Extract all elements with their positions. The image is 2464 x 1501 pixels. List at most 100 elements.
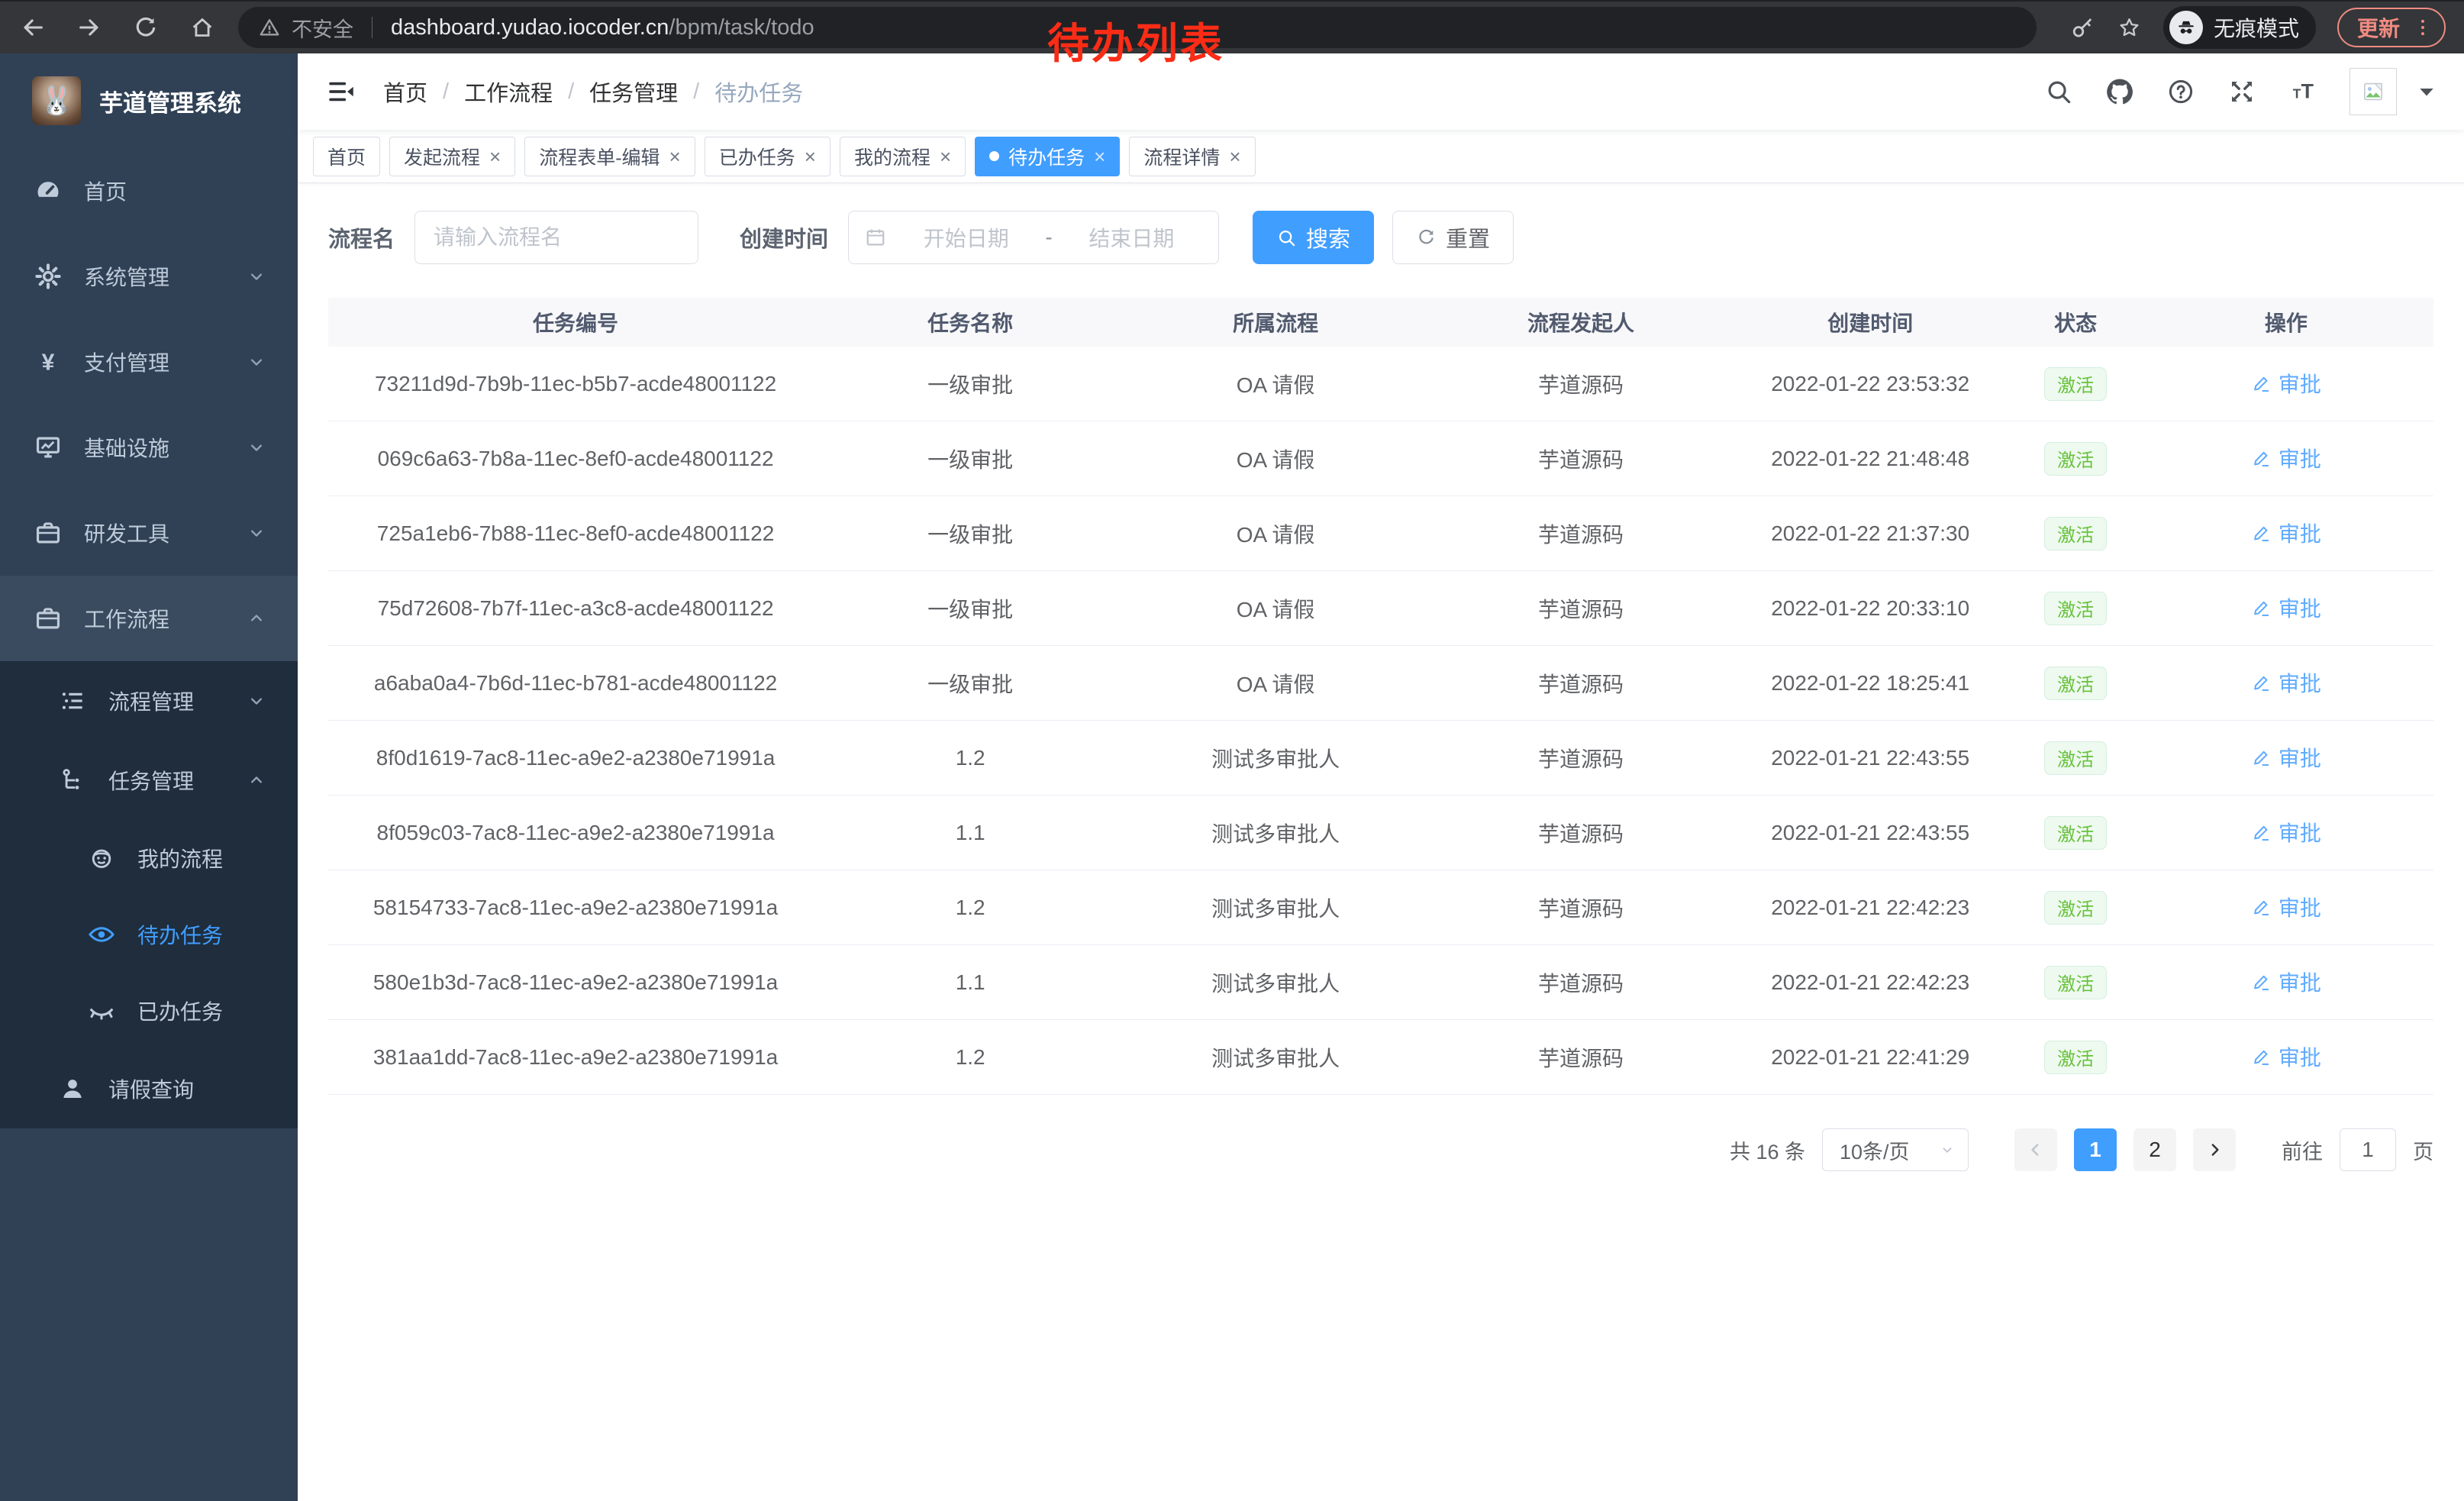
sidebar-item-label: 我的流程 bbox=[137, 843, 223, 873]
reset-button[interactable]: 重置 bbox=[1392, 211, 1514, 264]
approve-link-label: 审批 bbox=[2279, 817, 2321, 847]
sidebar-collapse-icon[interactable] bbox=[325, 76, 357, 108]
pencil-icon bbox=[2251, 598, 2272, 618]
close-icon[interactable]: × bbox=[669, 147, 681, 166]
font-size-icon[interactable]: TT bbox=[2288, 77, 2317, 106]
breadcrumb: 首页/工作流程/任务管理/待办任务 bbox=[383, 76, 803, 108]
tab-start-process[interactable]: 发起流程× bbox=[389, 137, 515, 176]
pagination-prev-button[interactable] bbox=[2014, 1128, 2057, 1171]
approve-link[interactable]: 审批 bbox=[2251, 443, 2321, 473]
workflow-submenu: 流程管理任务管理我的流程待办任务已办任务请假查询 bbox=[0, 661, 298, 1128]
pagination: 共 16 条 10条/页 12 前往 页 bbox=[328, 1128, 2433, 1202]
goto-page-input[interactable] bbox=[2340, 1128, 2396, 1171]
incognito-circle bbox=[2169, 11, 2203, 44]
github-icon[interactable] bbox=[2105, 77, 2134, 106]
tab-process-detail[interactable]: 流程详情× bbox=[1129, 137, 1255, 176]
approve-link[interactable]: 审批 bbox=[2251, 967, 2321, 997]
forward-icon[interactable] bbox=[76, 15, 102, 40]
password-key-icon[interactable] bbox=[2070, 15, 2095, 40]
back-icon[interactable] bbox=[20, 15, 46, 40]
breadcrumb-item[interactable]: 工作流程 bbox=[464, 76, 553, 108]
approve-link[interactable]: 审批 bbox=[2251, 592, 2321, 623]
sidebar-item-todo-task[interactable]: 待办任务 bbox=[0, 896, 298, 973]
browser-menu-icon[interactable] bbox=[2412, 17, 2433, 38]
cell-task-name: 1.1 bbox=[823, 970, 1118, 995]
browser-right-controls: 无痕模式 更新 bbox=[2070, 6, 2446, 49]
cell-starter: 芋道源码 bbox=[1434, 593, 1728, 624]
filter-bar: 流程名 创建时间 开始日期 - 结束日期 搜索 重 bbox=[328, 211, 2433, 264]
sidebar-item-devtools[interactable]: 研发工具 bbox=[0, 490, 298, 576]
date-range-picker[interactable]: 开始日期 - 结束日期 bbox=[848, 211, 1219, 264]
chevron-down-icon bbox=[246, 351, 267, 373]
sidebar-item-infrastructure[interactable]: 基础设施 bbox=[0, 405, 298, 490]
approve-link[interactable]: 审批 bbox=[2251, 817, 2321, 847]
approve-link[interactable]: 审批 bbox=[2251, 1041, 2321, 1072]
red-annotation-text: 待办列表 bbox=[1047, 9, 1224, 70]
cell-status: 激活 bbox=[2012, 1041, 2138, 1074]
page-size-select[interactable]: 10条/页 bbox=[1822, 1128, 1969, 1171]
approve-link[interactable]: 审批 bbox=[2251, 667, 2321, 698]
sidebar-item-workflow[interactable]: 工作流程 bbox=[0, 576, 298, 661]
process-name-input[interactable] bbox=[414, 211, 698, 264]
sidebar-item-process-management[interactable]: 流程管理 bbox=[0, 661, 298, 741]
home-icon[interactable] bbox=[189, 15, 215, 40]
tab-todo-task[interactable]: 待办任务× bbox=[975, 137, 1120, 176]
sidebar-item-payment[interactable]: ¥支付管理 bbox=[0, 319, 298, 405]
sidebar-item-system[interactable]: 系统管理 bbox=[0, 234, 298, 319]
close-icon[interactable]: × bbox=[940, 147, 951, 166]
bookmark-star-icon[interactable] bbox=[2117, 15, 2142, 40]
tab-done-task[interactable]: 已办任务× bbox=[705, 137, 830, 176]
fullscreen-icon[interactable] bbox=[2227, 77, 2256, 106]
breadcrumb-item[interactable]: 任务管理 bbox=[589, 76, 678, 108]
search-button[interactable]: 搜索 bbox=[1253, 211, 1374, 264]
cell-create-time: 2022-01-22 18:25:41 bbox=[1728, 671, 2012, 696]
pagination-next-button[interactable] bbox=[2193, 1128, 2236, 1171]
reload-icon[interactable] bbox=[133, 15, 159, 40]
approve-link[interactable]: 审批 bbox=[2251, 892, 2321, 922]
cell-create-time: 2022-01-21 22:43:55 bbox=[1728, 746, 2012, 770]
cell-task-name: 一级审批 bbox=[823, 369, 1118, 399]
security-label: 不安全 bbox=[292, 13, 353, 43]
sidebar-item-leave-query[interactable]: 请假查询 bbox=[0, 1049, 298, 1128]
monitor-icon bbox=[34, 433, 63, 462]
browser-update-button[interactable]: 更新 bbox=[2337, 8, 2446, 47]
pagination-pages: 12 bbox=[2074, 1128, 2176, 1171]
table-row: 8f059c03-7ac8-11ec-a9e2-a2380e71991a1.1测… bbox=[328, 796, 2433, 870]
avatar[interactable] bbox=[2350, 68, 2397, 115]
cell-starter: 芋道源码 bbox=[1434, 444, 1728, 474]
search-icon[interactable] bbox=[2044, 77, 2073, 106]
cell-status: 激活 bbox=[2012, 891, 2138, 925]
sidebar-item-home[interactable]: 首页 bbox=[0, 148, 298, 234]
tab-my-process[interactable]: 我的流程× bbox=[840, 137, 966, 176]
help-icon[interactable] bbox=[2166, 77, 2195, 106]
pagination-page-1[interactable]: 1 bbox=[2074, 1128, 2117, 1171]
table-row: 725a1eb6-7b88-11ec-8ef0-acde48001122一级审批… bbox=[328, 496, 2433, 571]
approve-link[interactable]: 审批 bbox=[2251, 742, 2321, 773]
tab-form-edit[interactable]: 流程表单-编辑× bbox=[524, 137, 695, 176]
cell-starter: 芋道源码 bbox=[1434, 668, 1728, 699]
goto-label: 前往 bbox=[2282, 1135, 2323, 1165]
app-title: 芋道管理系统 bbox=[99, 84, 241, 118]
sidebar-item-my-process[interactable]: 我的流程 bbox=[0, 820, 298, 896]
approve-link[interactable]: 审批 bbox=[2251, 368, 2321, 399]
column-header: 状态 bbox=[2012, 307, 2138, 337]
sidebar-item-label: 系统管理 bbox=[84, 261, 169, 292]
approve-link[interactable]: 审批 bbox=[2251, 518, 2321, 548]
table-row: a6aba0a4-7b6d-11ec-b781-acde48001122一级审批… bbox=[328, 646, 2433, 721]
close-icon[interactable]: × bbox=[1094, 147, 1105, 166]
url-host: dashboard.yudao.iocoder.cn bbox=[391, 15, 669, 40]
breadcrumb-item[interactable]: 首页 bbox=[383, 76, 427, 108]
avatar-caret-down-icon[interactable] bbox=[2412, 77, 2441, 106]
close-icon[interactable]: × bbox=[805, 147, 816, 166]
cell-action: 审批 bbox=[2139, 592, 2433, 624]
pagination-page-2[interactable]: 2 bbox=[2133, 1128, 2176, 1171]
close-icon[interactable]: × bbox=[1229, 147, 1240, 166]
sidebar-item-done-task[interactable]: 已办任务 bbox=[0, 973, 298, 1049]
start-date-placeholder[interactable]: 开始日期 bbox=[895, 222, 1037, 253]
table-row: 069c6a63-7b8a-11ec-8ef0-acde48001122一级审批… bbox=[328, 421, 2433, 496]
tab-home[interactable]: 首页 bbox=[313, 137, 380, 176]
close-icon[interactable]: × bbox=[489, 147, 501, 166]
end-date-placeholder[interactable]: 结束日期 bbox=[1060, 222, 1203, 253]
sidebar-logo[interactable]: 🐰 芋道管理系统 bbox=[0, 53, 298, 148]
sidebar-item-task-management[interactable]: 任务管理 bbox=[0, 741, 298, 820]
